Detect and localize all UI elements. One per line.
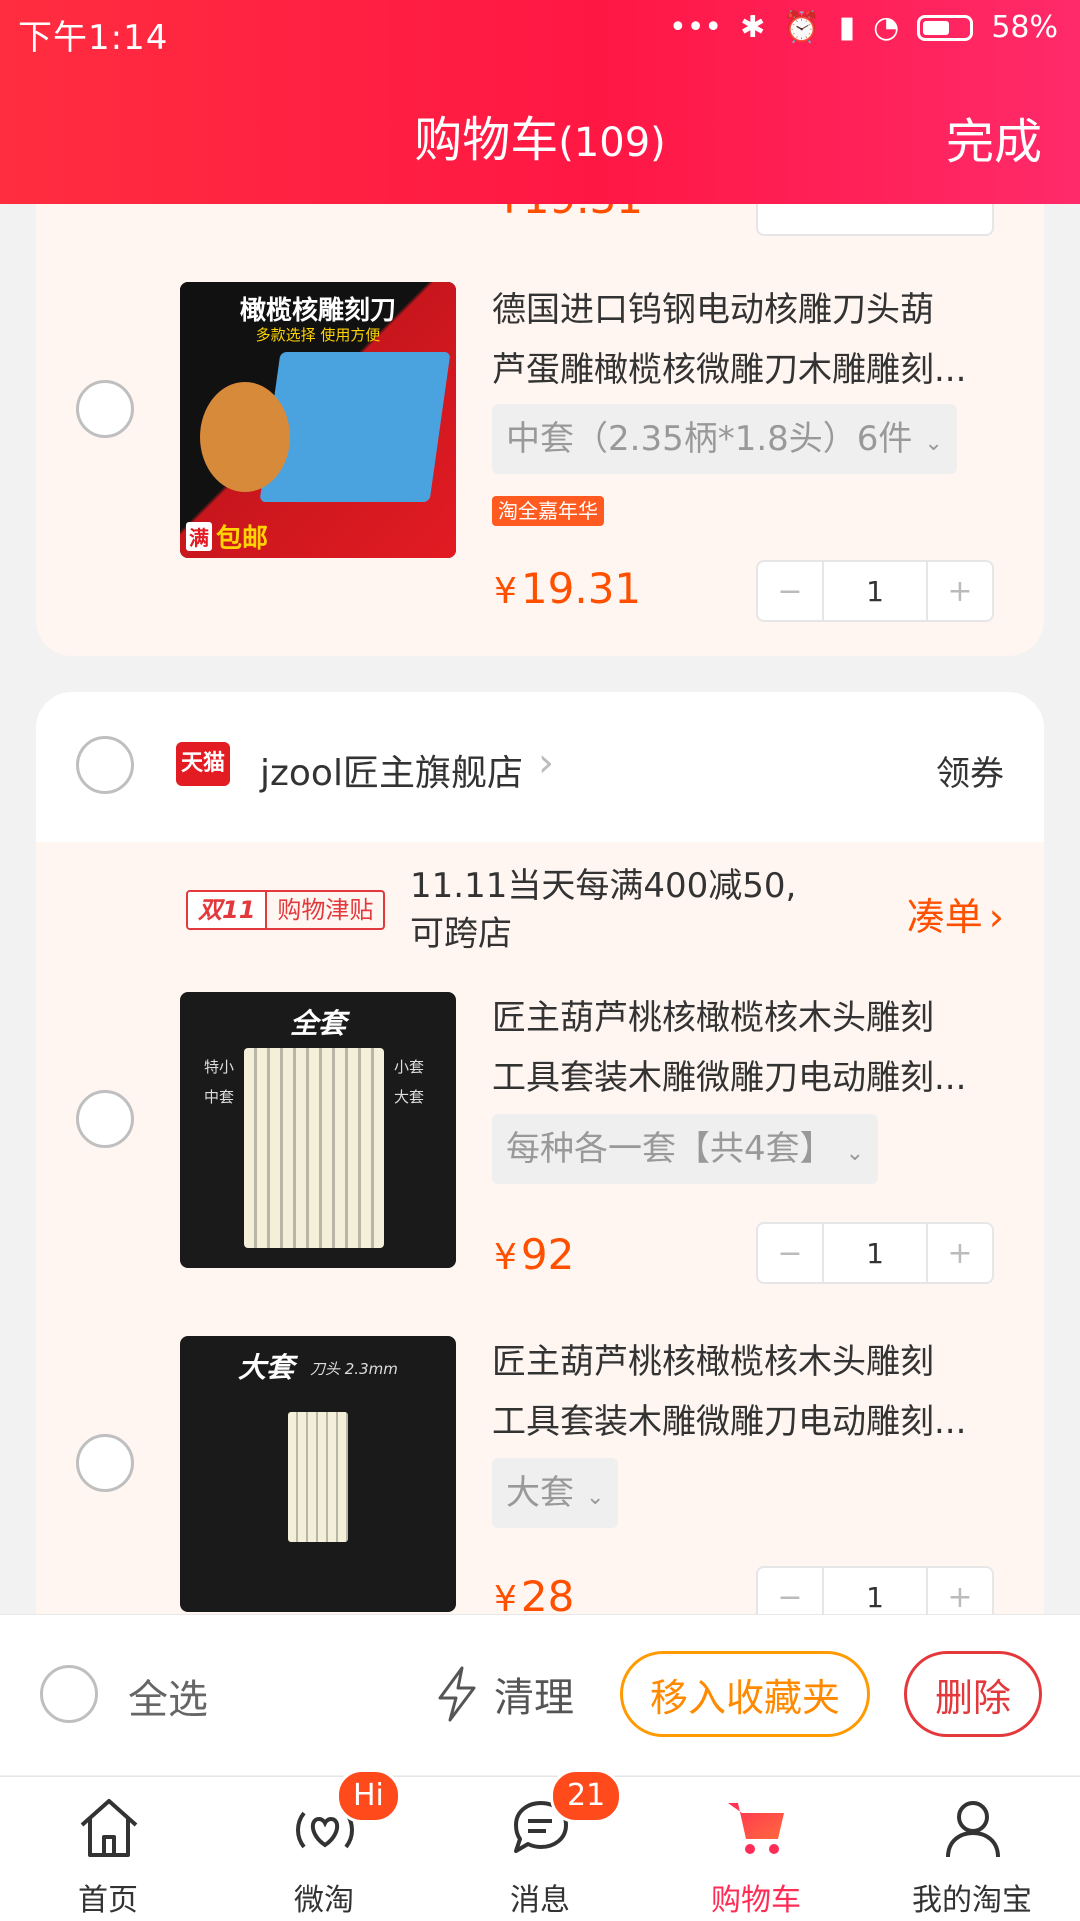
tab-weitao[interactable]: Hi 微淘 xyxy=(216,1769,432,1921)
quantity-stepper[interactable]: − 1 + xyxy=(756,1222,994,1284)
bottom-tab-bar: 首页 Hi 微淘 21 消息 购物车 我的淘宝 xyxy=(0,1769,1080,1921)
get-coupon-button[interactable]: 领券 xyxy=(936,746,1004,795)
double11-badge: 双11 购物津贴 xyxy=(186,890,386,930)
partial-price: ¥19.31 xyxy=(496,204,643,223)
tool-case-graphic xyxy=(244,1048,384,1248)
status-time: 下午1:14 xyxy=(18,18,169,58)
promo-tag: 淘全嘉年华 xyxy=(492,496,604,526)
collect-order-link[interactable]: 凑单 › xyxy=(907,886,1004,941)
home-icon xyxy=(80,1799,138,1857)
move-to-favorites-button[interactable]: 移入收藏夹 xyxy=(620,1651,870,1737)
store-checkbox[interactable] xyxy=(76,736,134,794)
delete-button[interactable]: 删除 xyxy=(904,1651,1042,1737)
sku-selector[interactable]: 每种各一套【共4套】 ⌄ xyxy=(492,1114,879,1184)
tool-case-graphic xyxy=(288,1412,348,1542)
product-title[interactable]: 德国进口钨钢电动核雕刀头葫 芦蛋雕橄榄核微雕刀木雕雕刻... xyxy=(492,280,1012,400)
product-image[interactable]: 橄榄核雕刻刀 多款选择 使用方便 满 包邮 xyxy=(180,282,456,558)
sku-selector[interactable]: 中套（2.35柄*1.8头）6件 ⌄ xyxy=(492,404,957,474)
done-button[interactable]: 完成 xyxy=(946,102,1042,172)
quantity-stepper[interactable]: − 1 + xyxy=(756,560,994,622)
cart-action-bar: 全选 清理 移入收藏夹 删除 xyxy=(0,1614,1080,1775)
chevron-down-icon: ⌄ xyxy=(924,431,943,456)
sku-selector[interactable]: 大套 ⌄ xyxy=(492,1458,619,1528)
more-dots-icon: ••• xyxy=(669,10,723,45)
select-all-label[interactable]: 全选 xyxy=(128,1667,208,1725)
thumb-badge: 包邮 xyxy=(216,524,269,554)
signal-icon: ▮ xyxy=(838,10,856,45)
chevron-right-icon: › xyxy=(988,895,1004,939)
item-checkbox[interactable] xyxy=(76,380,134,438)
page-title: 购物车(109) xyxy=(414,112,666,168)
thumb-subtitle: 多款选择 使用方便 xyxy=(255,326,381,344)
decrease-button[interactable]: − xyxy=(758,1224,822,1282)
chevron-right-icon[interactable]: › xyxy=(538,740,554,786)
bluetooth-icon: ✱ xyxy=(740,10,766,45)
tab-my-taobao[interactable]: 我的淘宝 xyxy=(864,1777,1080,1921)
status-icons: ••• ✱ ⏰ ▮ ◔ 58% xyxy=(669,10,1058,45)
clean-button[interactable]: 清理 xyxy=(432,1665,574,1723)
decrease-button[interactable]: − xyxy=(758,562,822,620)
olive-pit-graphic xyxy=(200,382,290,492)
lightning-icon xyxy=(438,1666,476,1722)
thumb-label: 中套 xyxy=(204,1088,235,1106)
thumb-title: 橄榄核雕刻刀 xyxy=(239,296,396,326)
increase-button[interactable]: + xyxy=(928,562,992,620)
chevron-down-icon: ⌄ xyxy=(586,1485,605,1510)
person-icon xyxy=(946,1801,1000,1858)
cart-card-previous: ¥19.31 橄榄核雕刻刀 多款选择 使用方便 满 包邮 德国进口钨钢电动核雕刀… xyxy=(36,204,1044,656)
battery-percent: 58% xyxy=(991,10,1058,45)
cart-count: (109) xyxy=(558,120,666,166)
cart-card-store: 天猫 jzool匠主旗舰店 › 领券 双11 购物津贴 11.11当天每满400减… xyxy=(36,692,1044,1692)
item-checkbox[interactable] xyxy=(76,1434,134,1492)
thumb-title: 大套 xyxy=(238,1351,295,1384)
increase-button[interactable]: + xyxy=(928,1224,992,1282)
promo-description: 11.11当天每满400减50, 可跨店 xyxy=(410,866,797,954)
status-bar: 下午1:14 ••• ✱ ⏰ ▮ ◔ 58% xyxy=(0,0,1080,62)
thumb-subtitle: 刀头 2.3mm xyxy=(310,1360,398,1378)
battery-icon xyxy=(917,14,974,41)
alarm-icon: ⏰ xyxy=(783,10,821,45)
quantity-value[interactable]: 1 xyxy=(822,562,928,620)
tab-messages[interactable]: 21 消息 xyxy=(432,1769,648,1921)
partial-stepper xyxy=(756,204,994,236)
item-price: ¥92 xyxy=(494,1230,575,1279)
product-title[interactable]: 匠主葫芦桃核橄榄核木头雕刻 工具套装木雕微雕刀电动雕刻... xyxy=(492,988,1012,1108)
tab-home[interactable]: 首页 xyxy=(0,1777,216,1921)
thumb-label: 小套 xyxy=(394,1058,425,1076)
select-all-checkbox[interactable] xyxy=(40,1665,98,1723)
thumb-title: 全套 xyxy=(289,1007,346,1040)
item-price: ¥19.31 xyxy=(494,564,642,613)
product-title[interactable]: 匠主葫芦桃核橄榄核木头雕刻 工具套装木雕微雕刀电动雕刻... xyxy=(492,1332,1012,1452)
product-image[interactable]: 大套 刀头 2.3mm xyxy=(180,1336,456,1612)
item-checkbox[interactable] xyxy=(76,1090,134,1148)
quantity-value[interactable]: 1 xyxy=(822,1224,928,1282)
thumb-label: 大套 xyxy=(394,1088,425,1106)
product-image[interactable]: 全套 特小 中套 小套 大套 xyxy=(180,992,456,1268)
cart-icon xyxy=(728,1803,784,1854)
chevron-down-icon: ⌄ xyxy=(845,1141,865,1166)
tab-cart[interactable]: 购物车 xyxy=(648,1777,864,1921)
tmall-badge: 天猫 xyxy=(176,742,230,786)
thumb-label: 特小 xyxy=(204,1058,235,1076)
store-name[interactable]: jzool匠主旗舰店 xyxy=(260,744,523,796)
tab-badge: Hi xyxy=(336,1769,401,1823)
thumb-badge-prefix: 满 xyxy=(186,522,212,551)
wifi-icon: ◔ xyxy=(873,10,900,45)
tab-badge: 21 xyxy=(550,1769,623,1823)
